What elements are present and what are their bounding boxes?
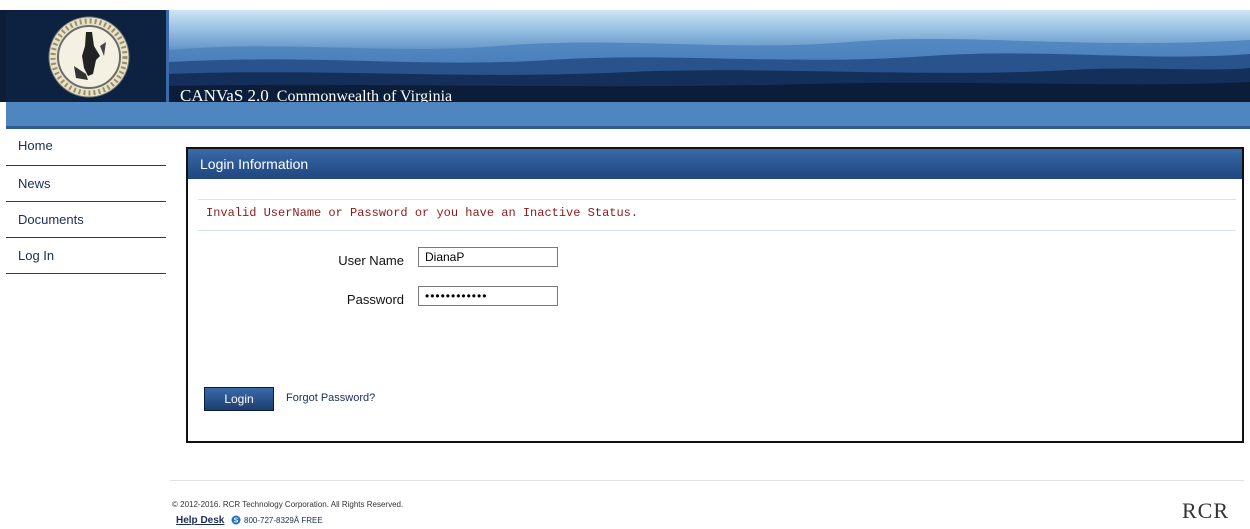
error-box: Invalid UserName or Password or you have… — [198, 199, 1236, 231]
forgot-password-link[interactable]: Forgot Password? — [286, 392, 375, 404]
skype-icon: S — [231, 515, 241, 525]
login-panel: Login Information Invalid UserName or Pa… — [186, 147, 1244, 443]
sidebar-item-log-in[interactable]: Log In — [6, 238, 166, 274]
password-input[interactable] — [418, 286, 558, 306]
sidebar-item-documents[interactable]: Documents — [6, 202, 166, 238]
sidebar-item-home[interactable]: Home — [6, 130, 166, 166]
password-label: Password — [346, 292, 404, 307]
footer-divider — [170, 480, 1244, 481]
error-message: Invalid UserName or Password or you have… — [206, 206, 639, 220]
help-desk-phone: 800-727-8329Â FREE — [244, 516, 323, 525]
sidebar-nav: Home News Documents Log In — [6, 130, 166, 274]
svg-text:S: S — [234, 518, 239, 525]
virginia-seal-icon — [48, 16, 130, 98]
header-subbar — [6, 102, 1250, 129]
panel-title: Login Information — [188, 149, 1242, 179]
username-input[interactable] — [418, 247, 558, 267]
username-label: User Name — [338, 253, 404, 268]
login-button[interactable]: Login — [204, 387, 274, 411]
copyright-text: © 2012-2016. RCR Technology Corporation.… — [172, 500, 404, 509]
seal-container — [6, 10, 166, 102]
sidebar-item-news[interactable]: News — [6, 166, 166, 202]
help-desk-link[interactable]: Help Desk — [176, 515, 224, 526]
site-header: CANVaS 2.0 Commonwealth of Virginia — [0, 10, 1250, 105]
rcr-logo: RCR — [1182, 498, 1230, 523]
